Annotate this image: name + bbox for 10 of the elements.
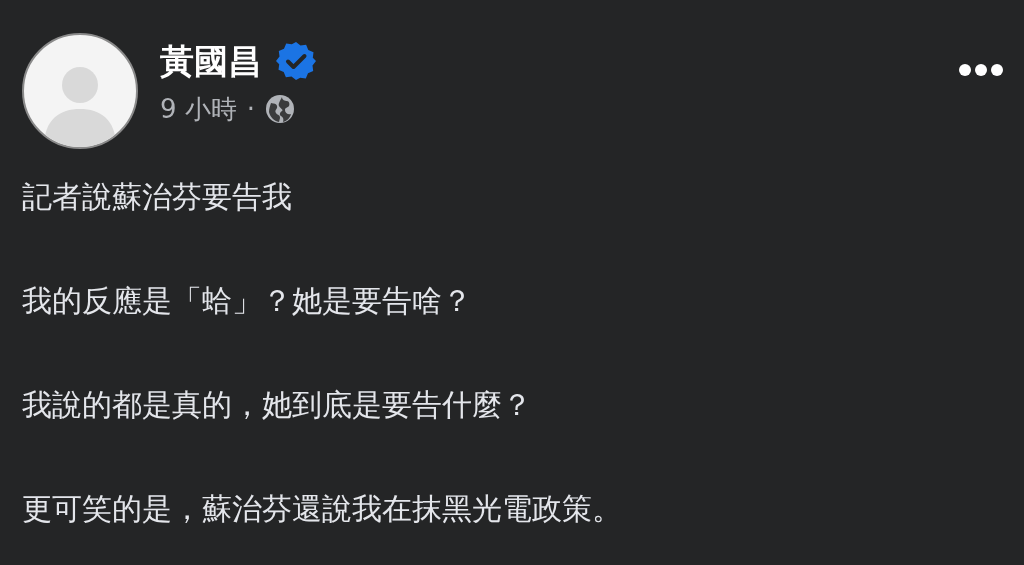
- post-paragraph: 我說的都是真的，她到底是要告什麼？: [22, 386, 533, 424]
- post-paragraph: 更可笑的是，蘇治芬還說我在抹黑光電政策。: [22, 490, 623, 528]
- post-time[interactable]: 9 小時: [160, 93, 237, 125]
- separator-dot: ·: [246, 93, 256, 125]
- globe-icon: [265, 94, 296, 124]
- verified-badge-icon: [276, 41, 316, 81]
- post-paragraph: 我的反應是「蛤」？她是要告啥？: [22, 282, 473, 320]
- author-name[interactable]: 黃國昌: [160, 39, 262, 83]
- more-options-icon[interactable]: [958, 63, 1004, 77]
- post-paragraph: 記者說蘇治芬要告我: [22, 178, 293, 216]
